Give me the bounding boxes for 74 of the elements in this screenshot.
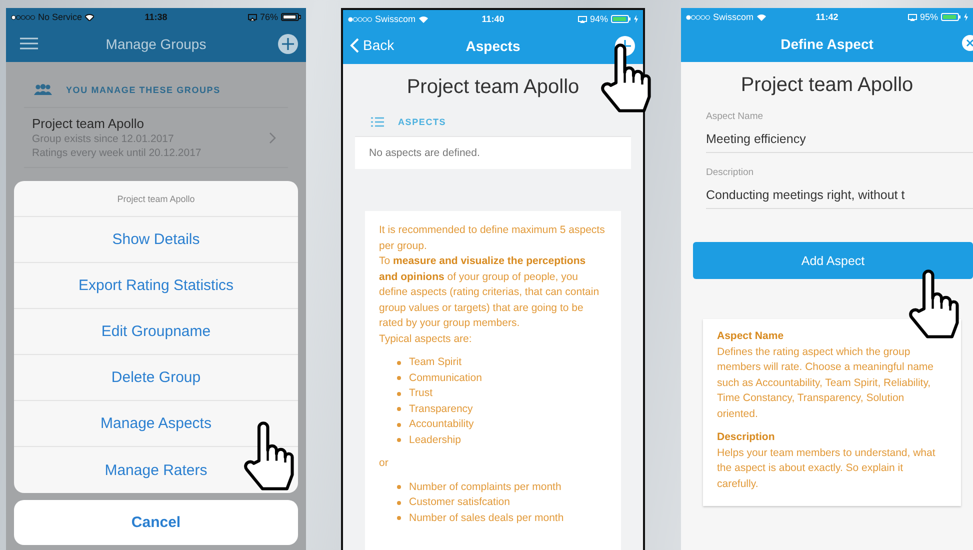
bullet-icon (397, 360, 401, 365)
screen-title: Define Aspect (780, 36, 874, 52)
input-field[interactable]: Conducting meetings right, without t (706, 188, 973, 202)
battery-percent: 76% (260, 12, 278, 22)
cancel-button[interactable]: Cancel (14, 500, 298, 545)
field-label: Description (706, 167, 755, 178)
wifi-icon (756, 14, 766, 20)
action-sheet-item[interactable]: Show Details (14, 217, 298, 263)
bullet-icon (397, 485, 401, 490)
bullet-icon (397, 438, 401, 442)
list-item-text: Leadership (409, 432, 461, 448)
carrier-text: Swisscom (713, 12, 754, 22)
battery-percent: 95% (920, 12, 938, 22)
back-button[interactable]: Back (348, 35, 396, 55)
help-text: Helps your team members to understand, what the aspect is about exactly. So explain it carefully. (717, 446, 936, 492)
wifi-icon (418, 16, 428, 22)
action-sheet-item[interactable]: Edit Groupname (14, 309, 298, 355)
help-text: or (379, 456, 390, 471)
time-text: 11:38 (144, 12, 168, 22)
list-item-text: Team Spirit (409, 355, 462, 370)
bullet-icon (397, 376, 401, 380)
time-text: 11:42 (816, 12, 838, 22)
action-sheet-item[interactable]: Manage Raters (14, 447, 298, 493)
list-item-text: Transparency (409, 402, 473, 416)
signal-icon (348, 16, 372, 22)
help-heading: Description (717, 430, 776, 445)
list-item-text: Customer satisfcation (409, 495, 510, 510)
people-icon (34, 84, 52, 95)
list-item-text: Number of complaints per month (409, 480, 562, 494)
screen-title: Aspects (466, 38, 520, 54)
help-text: Defines the rating aspect which the group members will rate. Choose a meaningful name such as Accountability, Team Spirit, Reliability, Time Constancy, Transparency, Solution oriented. (717, 344, 935, 422)
group-title: Project team Apollo (740, 74, 914, 97)
list-item-text: Number of sales deals per month (409, 510, 564, 526)
list-item-text: Trust (409, 386, 433, 401)
list-item-text: Accountability (409, 417, 474, 432)
group-name: Project team Apollo (32, 116, 146, 131)
help-text: It is recommended to define maximum 5 aspects per group. (379, 223, 606, 254)
carrier-text: Swisscom (375, 14, 416, 24)
action-sheet-item[interactable]: Delete Group (14, 355, 298, 401)
add-aspect-button[interactable]: Add Aspect (693, 242, 973, 279)
time-text: 11:40 (482, 14, 504, 24)
help-heading: Aspect Name (717, 329, 785, 344)
charging-icon (964, 13, 968, 21)
screen-title: Manage Groups (106, 36, 206, 52)
screen-mirroring-icon (908, 14, 917, 20)
chevron-right-icon (269, 132, 276, 144)
bullet-icon (397, 422, 401, 427)
carrier-text: No Service (38, 12, 82, 22)
chevron-left-icon (350, 38, 359, 52)
screen-mirroring-icon (578, 16, 587, 22)
empty-message: No aspects are defined. (355, 136, 631, 169)
action-sheet-title: Project team Apollo (14, 181, 298, 217)
section-header: YOU MANAGE THESE GROUPS (66, 84, 220, 94)
signal-icon (686, 14, 710, 20)
charging-icon (634, 15, 638, 23)
list-icon (371, 117, 384, 127)
bullet-icon (397, 407, 401, 412)
help-text: To measure and visualize the perceptions and opinions of your group of people, you define aspects (rating criterias, that can contain group values or targets) that are going to be rated by your group members. (379, 254, 600, 331)
signal-icon (11, 14, 35, 20)
menu-icon[interactable] (20, 37, 38, 50)
bullet-icon (397, 516, 401, 520)
bullet-icon (397, 392, 401, 396)
group-title: Project team Apollo (406, 76, 580, 99)
close-icon[interactable] (961, 34, 973, 52)
screen-mirroring-icon (248, 14, 257, 20)
wifi-icon (85, 14, 94, 20)
battery-percent: 94% (590, 14, 608, 24)
help-text: Typical aspects are: (379, 332, 473, 346)
input-field[interactable]: Meeting efficiency (706, 132, 973, 146)
field-label: Aspect Name (706, 111, 764, 122)
action-sheet-item[interactable]: Export Rating Statistics (14, 263, 298, 309)
section-header: ASPECTS (398, 117, 446, 127)
bullet-icon (397, 500, 401, 505)
list-item-text: Communication (409, 370, 482, 386)
